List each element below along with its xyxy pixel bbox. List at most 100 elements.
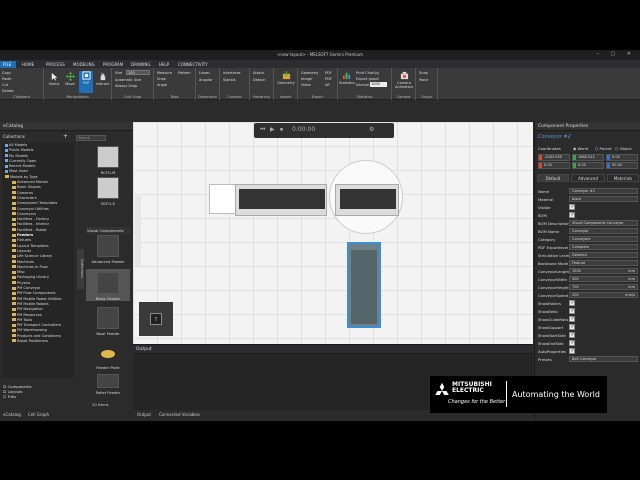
move-button[interactable]: Move xyxy=(63,72,77,86)
angle-button[interactable]: Angle xyxy=(157,83,167,87)
menu-connectivity[interactable]: CONNECTIVITY xyxy=(175,61,211,68)
tree-item[interactable]: Robot Positioners xyxy=(2,339,74,344)
conveyor-vertical-selected[interactable] xyxy=(347,242,381,328)
sim-settings-icon[interactable]: ⚙ xyxy=(369,126,374,133)
linear-button[interactable]: Linear xyxy=(199,71,210,75)
property-value[interactable]: black xyxy=(569,196,638,202)
tab-advanced[interactable]: Advanced xyxy=(571,174,605,182)
snap-button[interactable]: Snap xyxy=(157,77,166,81)
property-checkbox[interactable] xyxy=(569,212,575,218)
tab-materials[interactable]: Materials xyxy=(607,174,639,182)
tab-output[interactable]: Output xyxy=(137,410,151,420)
property-value[interactable]: Visual Components Conveyor xyxy=(569,220,638,226)
cut-button[interactable]: Cut xyxy=(2,83,8,87)
gallery-item-rcfu-s[interactable]: RCFU-S xyxy=(86,177,130,206)
origin-move-button[interactable]: Move xyxy=(419,78,428,82)
gallery-item-bowl-feeder[interactable]: Bowl Feeder xyxy=(86,307,130,336)
export-ar-button[interactable]: AR xyxy=(325,83,330,87)
angular-button[interactable]: Angular xyxy=(199,78,213,82)
print-chart-button[interactable]: Print Chart(s) xyxy=(356,71,379,75)
property-value[interactable]: Complete xyxy=(569,244,638,250)
grid-size-input[interactable]: 100 xyxy=(126,70,150,75)
tab-connected-variables[interactable]: Connected Variables xyxy=(159,410,200,420)
gallery-item-basic-feeder[interactable]: Basic Feeder xyxy=(86,269,130,301)
pattern-button[interactable]: Pattern xyxy=(178,71,191,75)
coord-parent[interactable]: ○ Parent xyxy=(595,146,612,151)
interact-button[interactable]: Interact xyxy=(95,72,110,86)
property-checkbox[interactable] xyxy=(569,332,575,338)
export-video-button[interactable]: Video xyxy=(301,83,311,87)
gallery-item-rcfu-m[interactable]: RCFU-M xyxy=(86,146,130,175)
select-button[interactable]: Select xyxy=(47,72,61,86)
menu-help[interactable]: HELP xyxy=(156,61,172,68)
conveyor-1[interactable] xyxy=(235,184,327,216)
menu-file[interactable]: FILE xyxy=(0,61,16,68)
property-value[interactable]: 700 mm xyxy=(569,284,638,290)
conveyor-end-box[interactable] xyxy=(209,184,237,214)
property-checkbox[interactable] xyxy=(569,308,575,314)
property-value[interactable]: Conveyors xyxy=(569,236,638,242)
tab-ecatalog[interactable]: eCatalog xyxy=(3,410,21,420)
filter-files[interactable]: ☐ Files xyxy=(3,394,32,399)
statistics-button[interactable]: Statistics xyxy=(339,71,355,85)
menu-drawing[interactable]: DRAWING xyxy=(128,61,153,68)
gallery-item-pallet-feeder[interactable]: Pallet Feeder xyxy=(86,374,130,395)
signals-button[interactable]: Signals xyxy=(223,78,236,82)
pnp-button[interactable]: PnP xyxy=(79,71,93,93)
property-value[interactable]: Conveyor #2 xyxy=(569,188,638,194)
window-controls[interactable]: – ▢ ✕ xyxy=(596,51,636,57)
always-snap-checkbox[interactable]: Always Snap xyxy=(115,84,137,88)
export-image-button[interactable]: Image xyxy=(301,77,312,81)
paste-button[interactable]: Paste xyxy=(2,77,11,81)
detach-button[interactable]: Detach xyxy=(253,78,266,82)
stop-icon[interactable]: ⏹ xyxy=(280,126,283,134)
reset-icon[interactable]: ⏮ xyxy=(260,126,265,134)
camera-animation-button[interactable]: Camera Animation xyxy=(393,71,415,89)
gallery-item-feeder-point[interactable]: Feeder Point xyxy=(86,341,130,370)
tab-cell-graph[interactable]: Cell Graph xyxy=(28,410,49,420)
add-collection-icon[interactable]: + xyxy=(63,133,68,140)
import-geometry-button[interactable]: Geometry xyxy=(276,71,296,85)
property-checkbox[interactable] xyxy=(569,300,575,306)
export-pdf-button[interactable]: PDF xyxy=(325,71,332,75)
property-value[interactable]: 1500 mm xyxy=(569,268,638,274)
play-icon[interactable]: ▶ xyxy=(270,126,275,133)
automatic-size-checkbox[interactable]: Automatic Size xyxy=(115,78,141,82)
origin-snap-button[interactable]: Snap xyxy=(419,71,428,75)
export-pdf3d-button[interactable]: PDF xyxy=(325,77,332,81)
search-input[interactable]: Search xyxy=(76,135,106,141)
menu-program[interactable]: PROGRAM xyxy=(100,61,126,68)
property-checkbox[interactable] xyxy=(569,348,575,354)
menu-process[interactable]: PROCESS xyxy=(43,61,68,68)
3d-viewport[interactable]: ⏮ ▶ ⏹ 0:00:00 ⚙ T xyxy=(133,122,533,344)
coord-object[interactable]: ○ Object xyxy=(615,146,632,151)
interfaces-button[interactable]: Interfaces xyxy=(223,71,241,75)
delete-button[interactable]: Delete xyxy=(2,89,14,93)
property-checkbox[interactable] xyxy=(569,324,575,330)
tab-default[interactable]: Default xyxy=(537,174,569,182)
property-value[interactable]: 200 mm/s xyxy=(569,292,638,298)
coord-field[interactable]: -1003.095 xyxy=(538,154,570,161)
property-value[interactable]: Belt Conveyor xyxy=(569,356,638,362)
export-geometry-button[interactable]: Geometry xyxy=(301,71,318,75)
property-value[interactable]: Feature xyxy=(569,260,638,266)
coord-field[interactable]: 0.00 xyxy=(538,162,570,169)
conveyor-2[interactable] xyxy=(335,184,399,216)
collections-side-tab[interactable]: Collections xyxy=(77,249,84,289)
property-checkbox[interactable] xyxy=(569,316,575,322)
property-value[interactable]: Detailed xyxy=(569,252,638,258)
coord-world[interactable]: ◉ World xyxy=(573,146,588,151)
coord-field[interactable]: 0.00 xyxy=(572,162,604,169)
property-checkbox[interactable] xyxy=(569,340,575,346)
menu-modeling[interactable]: MODELING xyxy=(70,61,98,68)
property-value[interactable]: Conveyor xyxy=(569,228,638,234)
copy-button[interactable]: Copy xyxy=(2,71,11,75)
property-checkbox[interactable] xyxy=(569,204,575,210)
coord-field[interactable]: 90.00 xyxy=(606,162,638,169)
view-cube[interactable]: T xyxy=(139,302,173,336)
property-value[interactable]: 500 mm xyxy=(569,276,638,282)
export-graph-button[interactable]: Export graph xyxy=(356,77,379,81)
attach-button[interactable]: Attach xyxy=(253,71,264,75)
gallery-item-advanced-feeder[interactable]: Advanced Feeder xyxy=(86,235,130,264)
coord-field[interactable]: 0.00 xyxy=(606,154,638,161)
